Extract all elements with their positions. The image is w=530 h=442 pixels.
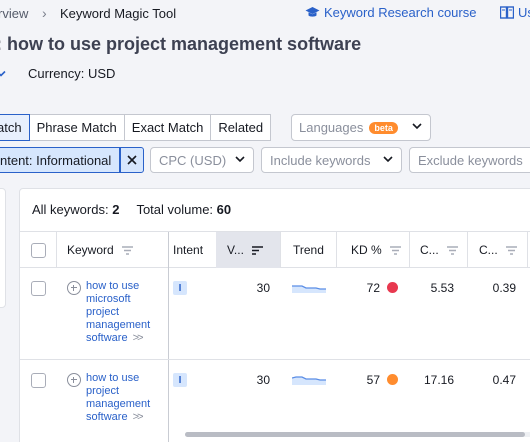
cpc-filter-dropdown[interactable]: CPC (USD) [150,147,254,173]
cpc-filter-label: CPC (USD) [159,152,227,168]
tab-phrase-match[interactable]: Phrase Match [28,114,125,141]
breadcrumb-current: Keyword Magic Tool [60,6,177,21]
kd-value: 57 [366,373,380,387]
graduation-cap-icon [305,7,320,17]
kd-difficulty-dot [387,374,398,385]
beta-badge: beta [369,121,398,134]
tab-exact-match[interactable]: Exact Match [123,114,212,141]
horizontal-scrollbar-thumb[interactable] [185,432,525,437]
add-to-list-icon[interactable] [67,373,81,387]
kd-difficulty-dot [387,282,398,293]
include-keywords-dropdown[interactable]: Include keywords [261,147,402,173]
volume-cell: 30 [256,373,270,387]
table-row: how to use microsoft project management … [20,268,530,360]
kd-value: 72 [366,281,380,295]
keyword-cell: how to use project management software >… [67,372,162,424]
row-checkbox[interactable] [31,281,46,296]
breadcrumb-separator: › [42,5,47,21]
chevron-down-icon [412,123,422,130]
keyword-research-course-link[interactable]: Keyword Research course [305,5,476,20]
keyword-link[interactable]: how to use microsoft project management … [86,280,162,345]
chevron-down-icon [235,156,245,163]
languages-dropdown[interactable]: Languages beta [291,114,431,141]
competition-cell: 0.39 [492,281,516,295]
column-kd[interactable]: KD % [351,232,411,268]
add-to-list-icon[interactable] [67,281,81,295]
sort-icon [121,245,133,255]
intent-badge: I [173,373,187,387]
trend-sparkline [292,376,326,385]
all-keywords-label: All keywords: [32,202,109,217]
book-icon [500,6,514,19]
row-checkbox[interactable] [31,373,46,388]
clear-intent-filter-button[interactable] [120,147,144,173]
column-volume-label: V... [227,243,244,257]
keywords-summary: All keywords: 2 Total volume: 60 [32,202,231,217]
horizontal-scrollbar[interactable] [185,432,530,437]
user-manual-link[interactable]: Us [500,5,530,20]
include-keywords-label: Include keywords [270,152,371,168]
double-chevron-right-icon[interactable]: >> [133,411,144,423]
column-keyword[interactable]: Keyword [67,232,167,268]
languages-label: Languages [299,120,364,135]
breadcrumb-overview-link[interactable]: rview [0,6,28,21]
user-manual-label: Us [518,5,530,20]
column-volume[interactable]: V... [216,232,280,268]
results-table-panel: All keywords: 2 Total volume: 60 Keyword… [19,188,530,442]
title-query: how to use project management software [7,34,362,54]
keyword-link[interactable]: how to use project management software >… [86,372,162,424]
competition-cell: 0.47 [492,373,516,387]
intent-filter-chip[interactable]: ntent: Informational [0,147,120,173]
course-link-label: Keyword Research course [324,5,477,20]
column-intent[interactable]: Intent [173,232,213,268]
trend-sparkline [292,285,326,293]
exclude-keywords-dropdown[interactable]: Exclude keywords [409,147,530,173]
column-keyword-label: Keyword [67,243,114,257]
column-kd-label: KD % [351,243,382,257]
total-volume-value: 60 [216,202,232,217]
intent-filter-label: ntent: Informational [0,152,112,168]
keyword-groups-panel[interactable] [0,188,6,308]
sort-icon [446,245,458,255]
volume-cell: 30 [256,281,270,295]
column-competition-label: C... [479,243,498,257]
currency-label: Currency: USD [28,66,116,81]
sort-descending-icon [251,245,263,255]
all-keywords-count: 2 [112,202,120,217]
match-type-tabs: atch Phrase Match Exact Match Related [0,114,272,141]
select-all-checkbox[interactable] [31,243,46,258]
table-header: Keyword Intent V... Trend KD % C... C... [20,231,530,268]
top-bar: rview › Keyword Magic Tool Keyword Resea… [0,0,530,30]
column-competition[interactable]: C... [479,232,529,268]
chevron-down-icon[interactable] [0,70,6,78]
column-cpc[interactable]: C... [420,232,470,268]
cpc-cell: 5.53 [430,281,454,295]
title-prefix: : [0,34,2,54]
exclude-keywords-label: Exclude keywords [418,152,523,168]
chevron-down-icon [383,156,393,163]
page-title: : how to use project management software [0,34,361,55]
tab-related[interactable]: Related [210,114,272,141]
close-icon [127,155,137,165]
keyword-cell: how to use microsoft project management … [67,280,162,345]
sort-icon [389,245,401,255]
double-chevron-right-icon[interactable]: >> [133,332,144,344]
cpc-cell: 17.16 [423,373,454,387]
total-volume-label: Total volume: [136,202,214,217]
table-row: how to use project management software >… [20,360,530,440]
tab-broad-match[interactable]: atch [0,114,30,141]
intent-badge: I [173,281,187,295]
sort-icon [505,245,517,255]
column-cpc-label: C... [420,243,439,257]
